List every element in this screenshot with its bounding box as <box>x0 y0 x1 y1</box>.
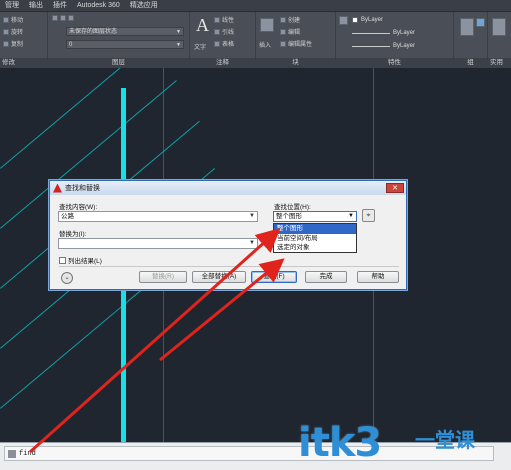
chevron-down-icon: ▼ <box>176 29 181 35</box>
select-objects-icon[interactable]: ⌖ <box>362 209 375 222</box>
utilities-panel: 实用 <box>488 12 511 68</box>
block-panel-title[interactable]: 块 <box>256 58 335 68</box>
layer-properties-icon[interactable] <box>52 15 58 21</box>
layer-off-icon[interactable] <box>60 15 66 21</box>
search-location-dropdown: 整个图形 当前空间/布局 选定的对象 <box>273 223 357 253</box>
dropdown-option[interactable]: 选定的对象 <box>274 243 356 253</box>
modify-copy[interactable]: 复制 <box>11 39 23 48</box>
measure-icon[interactable] <box>492 18 506 36</box>
tab-featured-apps[interactable]: 精选应用 <box>125 0 163 12</box>
checkbox-box[interactable] <box>59 256 66 264</box>
layers-panel: 未保存的图层状态 ▼ 0 ▼ 图层 <box>48 12 190 68</box>
dialog-title: 查找和替换 <box>65 185 100 192</box>
lineweight-preview <box>352 45 390 47</box>
find-value: 公路 <box>61 213 74 220</box>
lineweight-value: ByLayer <box>393 43 416 49</box>
block-edit-attr[interactable]: 编辑属性 <box>288 39 312 48</box>
leader-icon <box>214 28 220 35</box>
block-panel: 插入 创建 编辑 编辑属性 块 <box>256 12 336 68</box>
ribbon-tab-bar: 管理 输出 插件 Autodesk 360 精选应用 <box>0 0 511 12</box>
done-button[interactable]: 完成 <box>305 271 347 283</box>
block-create[interactable]: 创建 <box>288 15 300 24</box>
dialog-titlebar[interactable]: 查找和替换 <box>50 181 406 195</box>
search-location-label: 查找位置(H): <box>274 204 311 211</box>
text-icon[interactable]: A <box>196 15 209 36</box>
command-icon <box>8 449 16 458</box>
linetype-combo[interactable]: ByLayer <box>352 30 415 36</box>
color-value: ByLayer <box>361 17 384 23</box>
ribbon: 移动 旋转 复制 修改 未保存的图层状态 ▼ 0 ▼ 图层 A 文字 线性 引线 表… <box>0 12 511 68</box>
lineweight-combo[interactable]: ByLayer <box>352 43 415 49</box>
block-insert-label[interactable]: 插入 <box>259 40 271 49</box>
chevron-down-icon[interactable]: ▼ <box>249 212 255 221</box>
tab-plugins[interactable]: 插件 <box>48 0 72 12</box>
copy-icon <box>3 40 9 47</box>
dropdown-option[interactable]: 当前空间/布局 <box>274 234 356 244</box>
find-button[interactable]: 查找(F) <box>251 271 297 283</box>
edit-block-icon <box>280 28 286 35</box>
chevron-down-icon: ▼ <box>176 42 181 48</box>
chevron-down-icon: ▼ <box>348 213 354 219</box>
layer-state-combo[interactable]: 未保存的图层状态 ▼ <box>66 27 184 36</box>
color-swatch-icon <box>352 17 358 23</box>
dialog-separator <box>59 266 399 267</box>
linetype-preview <box>352 32 390 34</box>
layer-freeze-icon[interactable] <box>68 15 74 21</box>
layer-state-value: 未保存的图层状态 <box>69 29 118 35</box>
layer-value: 0 <box>69 42 73 48</box>
modify-panel: 移动 旋转 复制 修改 <box>0 12 48 68</box>
modify-move[interactable]: 移动 <box>11 15 23 24</box>
annot-linear[interactable]: 线性 <box>222 15 234 24</box>
group-panel-title[interactable]: 组 <box>454 58 487 68</box>
annotation-panel-title[interactable]: 注释 <box>190 58 255 68</box>
watermark-logo: itk3 <box>298 420 382 466</box>
color-combo[interactable]: ByLayer <box>352 17 383 23</box>
group-edit-icon[interactable] <box>476 18 485 27</box>
tab-manage[interactable]: 管理 <box>0 0 24 12</box>
properties-panel-title[interactable]: 特性 <box>336 58 453 68</box>
tab-output[interactable]: 输出 <box>24 0 48 12</box>
text-button-label[interactable]: 文字 <box>194 42 206 51</box>
replace-button[interactable]: 替换(R) <box>139 271 187 283</box>
move-icon <box>3 16 9 23</box>
find-input[interactable]: 公路 ▼ <box>58 211 258 222</box>
utilities-panel-title[interactable]: 实用 <box>488 58 511 68</box>
group-icon[interactable] <box>460 18 474 36</box>
tab-autodesk360[interactable]: Autodesk 360 <box>72 0 125 12</box>
help-button[interactable]: 帮助 <box>357 271 399 283</box>
annot-leader[interactable]: 引线 <box>222 27 234 36</box>
annotation-panel: A 文字 线性 引线 表格 注释 <box>190 12 256 68</box>
replace-input[interactable]: ▼ <box>58 238 258 249</box>
search-location-value: 整个图形 <box>276 213 302 220</box>
layers-panel-title[interactable]: 图层 <box>48 58 189 68</box>
list-results-checkbox[interactable]: 列出结果(L) <box>59 255 102 265</box>
dropdown-option[interactable]: 整个图形 <box>274 224 356 234</box>
layer-combo[interactable]: 0 ▼ <box>66 40 184 49</box>
autocad-logo-icon <box>53 183 62 193</box>
edit-attributes-icon <box>280 40 286 47</box>
group-panel: 组 <box>454 12 488 68</box>
chevron-down-icon[interactable]: ▼ <box>249 239 255 248</box>
properties-panel: ByLayer ByLayer ByLayer 特性 <box>336 12 454 68</box>
create-block-icon <box>280 16 286 23</box>
rotate-icon <box>3 28 9 35</box>
linear-dimension-icon <box>214 16 220 23</box>
table-icon <box>214 40 220 47</box>
insert-block-icon[interactable] <box>260 18 274 32</box>
command-text: find <box>19 449 36 458</box>
list-results-label: 列出结果(L) <box>68 258 102 265</box>
modify-panel-title[interactable]: 修改 <box>0 58 47 68</box>
close-button[interactable]: ✕ <box>386 183 404 193</box>
match-properties-icon[interactable] <box>339 16 348 25</box>
linetype-value: ByLayer <box>393 30 416 36</box>
replace-all-button[interactable]: 全部替换(A) <box>192 271 246 283</box>
annot-table[interactable]: 表格 <box>222 39 234 48</box>
modify-rotate[interactable]: 旋转 <box>11 27 23 36</box>
watermark-text: 一堂课 <box>415 428 475 452</box>
replace-label: 替换为(I): <box>59 231 87 238</box>
block-edit[interactable]: 编辑 <box>288 27 300 36</box>
search-location-select[interactable]: 整个图形 ▼ <box>273 211 357 222</box>
expand-options-icon[interactable]: ⌄ <box>61 272 73 284</box>
find-label: 查找内容(W): <box>59 204 98 211</box>
